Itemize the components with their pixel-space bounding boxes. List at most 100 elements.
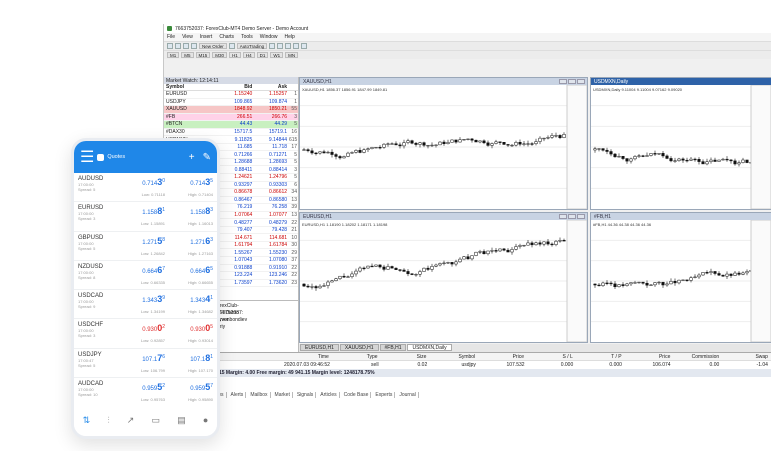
timeframe-m15[interactable]: M15	[195, 52, 211, 58]
market-watch-row[interactable]: #BTCN 44.43 44.29 5	[164, 121, 298, 129]
ask-price[interactable]: 1.34341	[190, 294, 213, 304]
bid-price[interactable]: 1.15881	[142, 206, 165, 216]
timeframe-m5[interactable]: M5	[181, 52, 194, 58]
trade-cell: sell	[371, 362, 379, 368]
market-watch-row[interactable]: #FB 266.51 266.76 3	[164, 113, 298, 122]
new-order-button[interactable]: New Order	[199, 43, 227, 49]
bid-price[interactable]: 0.93002	[142, 323, 165, 333]
bid-price[interactable]: 1.34339	[142, 294, 165, 304]
timeframe-m1[interactable]: M1	[167, 52, 180, 58]
ask-price[interactable]: 107.181	[190, 353, 213, 363]
menu-help[interactable]: Help	[285, 34, 295, 40]
terminal-tab[interactable]: Market	[273, 392, 293, 398]
quote-row[interactable]: NZDUSD 17:00:00 Spread: 8 0.66467 0.66465 Low…	[74, 261, 217, 291]
menu-tools[interactable]: Tools	[241, 34, 253, 40]
market-watch-row[interactable]: USDJPY 109.865 109.874 1	[164, 99, 298, 107]
chart-fb[interactable]: #FB,H1 #FB,H1 44.36 44.38 44.36 44.36	[590, 212, 771, 343]
chart-xauusd[interactable]: XAUUSD,H1 XAUUSD,H1 1856.37 1856.91 1847…	[299, 77, 588, 210]
chart-tab[interactable]: #FB,H1	[379, 344, 407, 351]
quote-low: Low: 0.66335	[140, 279, 165, 285]
quote-high: High: 0.66655	[188, 279, 213, 285]
quote-row[interactable]: USDJPY 17:00:47 Spread: 5 107.176 107.181 Low…	[74, 349, 217, 379]
market-watch-row[interactable]: EURUSD 1.15240 1.15257 1	[164, 91, 298, 99]
ask-price[interactable]: 1.27163	[190, 236, 213, 246]
quote-row[interactable]: EURUSD 17:00:00 Spread: 3 1.15881 1.15883 Low…	[74, 202, 217, 232]
chat-icon[interactable]: ●	[203, 415, 208, 425]
quote-row[interactable]: AUDJPY17:00:00Spread: 3176.54976.577Low:…	[74, 437, 217, 439]
menu-insert[interactable]: Insert	[200, 34, 213, 40]
quote-row[interactable]: GBPUSD 17:00:00 Spread: 5 1.27158 1.27163 Low…	[74, 232, 217, 261]
timeframe-d1[interactable]: D1	[256, 52, 269, 58]
autotrading-button[interactable]: AutoTrading	[236, 43, 268, 49]
close-icon[interactable]	[577, 214, 585, 219]
bid-price[interactable]: 0.71430	[142, 177, 165, 187]
row-ask: 114.681	[269, 234, 288, 241]
bid-price[interactable]: 1.27158	[142, 236, 165, 246]
ask-price[interactable]: 0.95957	[190, 382, 213, 392]
candles-icon[interactable]	[277, 43, 284, 49]
menu-window[interactable]: Window	[260, 34, 278, 40]
market-watch-icon[interactable]	[183, 43, 189, 49]
chart-tab[interactable]: USDMXN,Daily	[407, 344, 452, 351]
terminal-tab[interactable]: Alerts	[229, 392, 247, 398]
chart-icon[interactable]: ⫶	[107, 415, 109, 426]
maximize-icon[interactable]	[568, 214, 576, 219]
chart-eurusd[interactable]: EURUSD,H1 EURUSD,H1 1.18190 1.18202 1.18…	[299, 212, 588, 343]
row-spread: 5	[294, 121, 297, 128]
quote-row[interactable]: USDCAD 17:00:00 Spread: 9 1.34339 1.34341 Low…	[74, 290, 217, 320]
minimize-icon[interactable]	[559, 214, 567, 219]
chart-tab[interactable]: EURUSD,H1	[300, 344, 339, 351]
ask-price[interactable]: 0.66465	[190, 265, 213, 275]
bid-price[interactable]: 107.176	[142, 353, 165, 363]
edit-icon[interactable]: ✎	[203, 152, 211, 163]
quote-row[interactable]: AUDCAD 17:00:00 Spread: 10 0.95952 0.95957 Lo…	[74, 378, 217, 408]
zoom-in-icon[interactable]	[293, 43, 300, 49]
menu-view[interactable]: View	[182, 34, 193, 40]
news-icon[interactable]: ▤	[177, 415, 186, 426]
timeframe-h1[interactable]: H1	[229, 52, 241, 58]
new-chart-icon[interactable]	[167, 43, 173, 49]
profiles-icon[interactable]	[175, 43, 181, 49]
navigator-icon[interactable]	[191, 43, 197, 49]
history-icon[interactable]: ▭	[152, 415, 161, 426]
market-watch-row[interactable]: #DAX30 15717.5 15719.1 16	[164, 129, 298, 137]
quote-row[interactable]: USDCHF 17:00:00 Spread: 3 0.93002 0.93005 Low…	[74, 319, 217, 349]
terminal-tab[interactable]: Experts	[373, 392, 396, 398]
bid-price[interactable]: 0.66467	[142, 265, 165, 275]
chart-tab[interactable]: XAUUSD,H1	[339, 344, 379, 351]
terminal-tab[interactable]: Journal	[397, 392, 419, 398]
trade-cell: 106.074	[652, 362, 671, 368]
timeframe-h4[interactable]: H4	[242, 52, 255, 58]
menu-charts[interactable]: Charts	[219, 34, 234, 40]
chart-usdmxn[interactable]: USDMXN,Daily USDMXN,Daily 9.11004 9.1100…	[590, 77, 771, 210]
menu-file[interactable]: File	[167, 34, 175, 40]
close-icon[interactable]	[577, 79, 585, 84]
minimize-icon[interactable]	[559, 79, 567, 84]
trade-icon[interactable]: ↗	[127, 415, 135, 426]
quote-high: High: 107.170	[188, 367, 213, 373]
ask-price[interactable]: 0.93005	[190, 323, 213, 333]
timeframe-mn[interactable]: MN	[285, 52, 299, 58]
maximize-icon[interactable]	[568, 79, 576, 84]
terminal-tab[interactable]: Signals	[295, 392, 317, 398]
metaeditor-icon[interactable]	[228, 43, 235, 49]
menu-icon[interactable]: ☰	[80, 147, 94, 167]
row-ask: 1.55230	[268, 249, 288, 256]
ask-prefix: 1.271	[190, 239, 206, 246]
timeframe-w1[interactable]: W1	[270, 52, 284, 58]
terminal-tab[interactable]: Articles	[318, 392, 340, 398]
market-watch-row[interactable]: XAUUSD 1848.92 1850.21 55	[164, 106, 298, 114]
line-chart-icon[interactable]	[285, 43, 292, 49]
ask-price[interactable]: 0.71435	[190, 177, 213, 187]
bid-price[interactable]: 0.95952	[142, 382, 165, 392]
quotes-icon[interactable]: ⇅	[83, 415, 91, 426]
quote-row[interactable]: AUDUSD 17:00:00 Spread: 5 0.71430 0.71435 Low…	[74, 173, 217, 203]
ask-price[interactable]: 1.15883	[190, 206, 213, 216]
timeframe-m30[interactable]: M30	[212, 52, 228, 58]
add-icon[interactable]: +	[189, 152, 195, 163]
bar-chart-icon[interactable]	[269, 43, 276, 49]
zoom-out-icon[interactable]	[301, 43, 308, 49]
terminal-tab[interactable]: Mailbox	[248, 392, 271, 398]
trade-row[interactable]: 2020.07.03 09:46:52 sell 0.02 usdjpy 107.532…	[164, 361, 771, 369]
terminal-tab[interactable]: Code Base	[342, 392, 372, 398]
